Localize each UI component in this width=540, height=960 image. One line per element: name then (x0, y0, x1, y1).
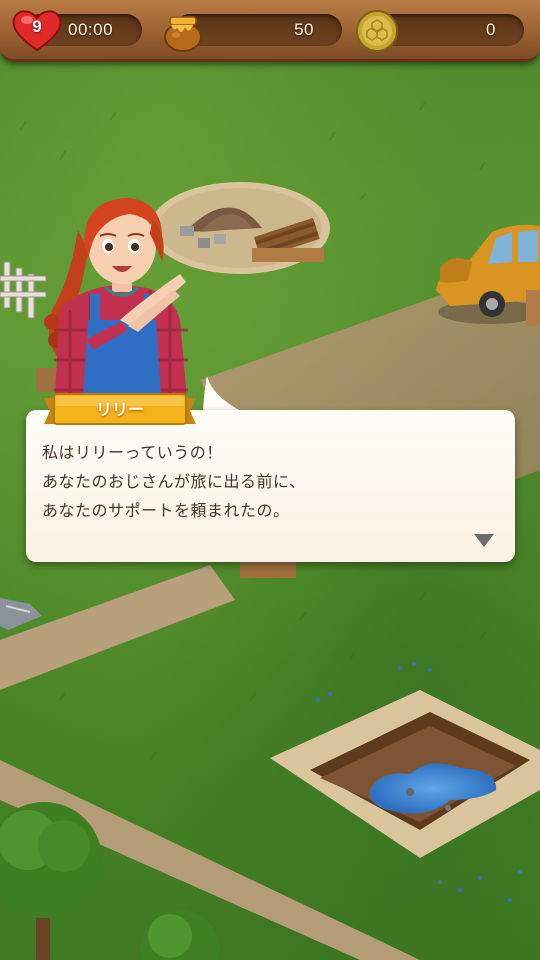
top-hud: 00:00 9 50 0 (0, 0, 540, 62)
dialog-line-3: あなたのサポートを頼まれたの。 (42, 501, 290, 520)
honeycomb-coin-icon (356, 10, 398, 52)
wood-pile (240, 560, 296, 578)
dialog-box[interactable]: 私はリリーっていうの！ あなたのおじさんが旅に出る前に、 あなたのサポートを頼ま… (26, 410, 515, 562)
speaker-nameplate: リリー (44, 392, 196, 428)
dirt-path-left (0, 565, 235, 690)
honey-pot-icon (164, 16, 202, 52)
lily-character (44, 198, 188, 410)
speaker-name: リリー (95, 400, 144, 419)
metal-scrap (0, 598, 42, 630)
tree-left (0, 802, 102, 960)
coins-count: 0 (486, 20, 496, 39)
lives-timer: 00:00 (68, 20, 114, 39)
dialog-line-1: 私はリリーっていうの！ (42, 443, 223, 462)
honey-count: 50 (294, 20, 314, 39)
orange-car[interactable] (436, 224, 540, 326)
pond-dig-site[interactable] (270, 690, 540, 858)
lives-count: 9 (32, 17, 42, 36)
tree-bottom (140, 910, 220, 960)
dialog-text: 私はリリーっていうの！ あなたのおじさんが旅に出る前に、 あなたのサポートを頼ま… (42, 438, 502, 525)
triangle-down-icon[interactable] (474, 534, 494, 548)
dialog-line-2: あなたのおじさんが旅に出る前に、 (42, 472, 306, 491)
